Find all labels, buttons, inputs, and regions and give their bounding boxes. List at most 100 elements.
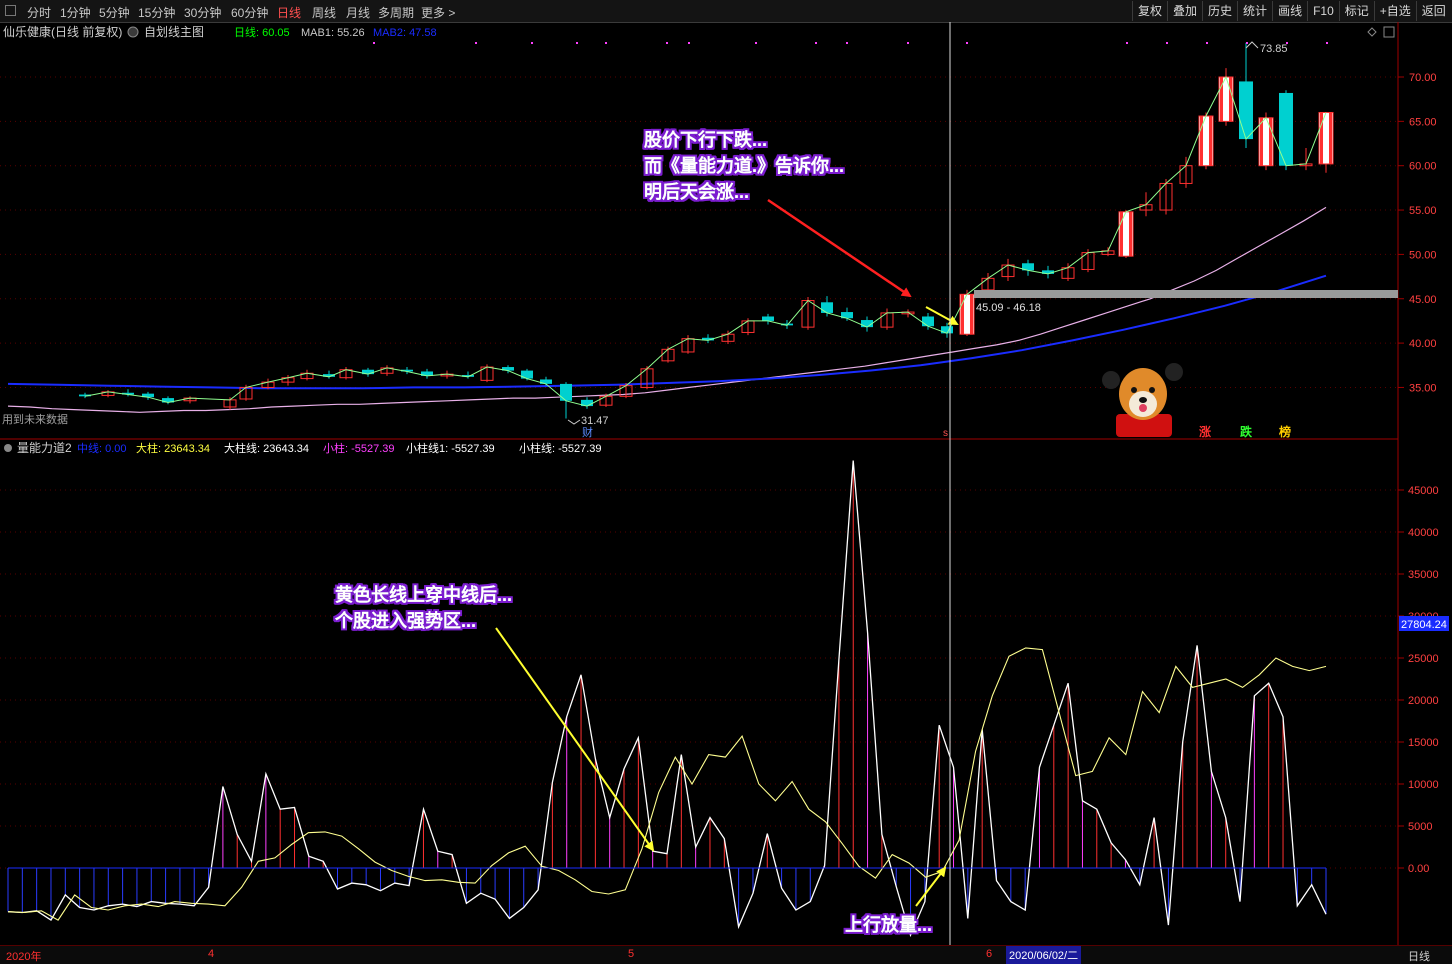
callout-strong-zone: 黄色长线上穿中线后... 个股进入强势区... — [334, 584, 512, 631]
tag-up: 涨 — [1199, 424, 1211, 439]
tag-down: 跌 — [1240, 424, 1253, 439]
future-data-note: 用到未来数据 — [2, 412, 68, 426]
red-arrow — [767, 198, 912, 298]
ind-tick-label: 10000 — [1408, 779, 1439, 791]
ind-big: 大柱: 23643.34 — [136, 441, 210, 455]
ind-small-line1: 小柱线1: -5527.39 — [406, 441, 495, 455]
candles — [79, 42, 1334, 419]
template-name: 自划线主图 — [144, 25, 204, 39]
svg-text:股价下行下跌...: 股价下行下跌... — [643, 129, 767, 150]
yellow-arrow-indicator — [495, 627, 655, 852]
stock-title: 仙乐健康(日线 前复权) — [3, 24, 122, 39]
signal-dot — [1166, 42, 1168, 44]
callout-price-drop: 股价下行下跌... 而《量能力道.》告诉你... 明后天会涨... — [643, 129, 844, 202]
ind-tick-label: 45000 — [1408, 485, 1439, 497]
ma-short-line — [84, 75, 1327, 407]
price-tick-label: 50.00 — [1409, 249, 1437, 261]
candle-body-down — [521, 370, 533, 379]
price-tick-label: 65.00 — [1409, 116, 1437, 128]
signal-dot — [688, 42, 690, 44]
price-axis: 70.00 65.00 60.00 55.00 50.00 45.00 40.00 35.00 — [1398, 72, 1437, 394]
ind-tick-label: 0.00 — [1408, 863, 1429, 875]
cursor-value: 27804.24 — [1401, 619, 1447, 631]
ind-tick-label: 15000 — [1408, 737, 1439, 749]
ind-tick-label: 35000 — [1408, 569, 1439, 581]
dog-mascot-image — [1102, 363, 1183, 437]
svg-text:而《量能力道.》告诉你...: 而《量能力道.》告诉你... — [644, 155, 844, 176]
candle-stripe — [1129, 211, 1132, 257]
candle-stripe — [1209, 116, 1212, 166]
signal-dot — [846, 42, 848, 44]
signal-dot — [373, 42, 375, 44]
candle-body-down — [821, 302, 833, 313]
price-tick-label: 40.00 — [1409, 338, 1437, 350]
range-label: 45.09 - 46.18 — [976, 302, 1041, 314]
legend-ma-day: 日线: 60.05 — [234, 25, 290, 39]
month-6-label: 6 — [986, 948, 993, 960]
price-tick-label: 60.00 — [1409, 161, 1437, 173]
tag-rank: 榜 — [1279, 424, 1291, 439]
indicator-title: 量能力道2 — [17, 441, 72, 455]
high-label: 73.85 — [1260, 43, 1288, 55]
low-marker — [567, 419, 581, 425]
main-header: 仙乐健康(日线 前复权) 自划线主图 日线: 60.05 MAB1: 55.26… — [3, 24, 1395, 39]
ind-tick-label: 5000 — [1408, 821, 1432, 833]
signal-dot — [815, 42, 817, 44]
ind-big-line: 大柱线: 23643.34 — [224, 441, 309, 455]
ind-mid: 中线: 0.00 — [77, 441, 127, 455]
indicator-header: 量能力道2 中线: 0.00 大柱: 23643.34 大柱线: 23643.3… — [4, 441, 602, 455]
cursor-date: 2020/06/02/二 — [1006, 946, 1082, 964]
ind-small: 小柱: -5527.39 — [323, 441, 395, 455]
year-label: 2020年 — [6, 951, 42, 963]
chart-canvas[interactable]: 仙乐健康(日线 前复权) 自划线主图 日线: 60.05 MAB1: 55.26… — [0, 0, 1452, 963]
candle-stripe — [1329, 112, 1332, 164]
price-tick-label: 55.00 — [1409, 205, 1437, 217]
svg-text:上行放量...: 上行放量... — [845, 914, 932, 935]
svg-text:个股进入强势区...: 个股进入强势区... — [334, 610, 476, 631]
date-axis-bar: 2020年 4 5 6 2020/06/02/二 日线 — [0, 945, 1452, 964]
chevron-down-icon — [127, 26, 139, 38]
signal-dot — [966, 42, 968, 44]
low-label: 31.47 — [581, 415, 609, 427]
price-tick-label: 70.00 — [1409, 72, 1437, 84]
signal-dot — [605, 42, 607, 44]
signal-dot — [576, 42, 578, 44]
ind-tick-label: 25000 — [1408, 653, 1439, 665]
signal-dot — [755, 42, 757, 44]
candle-body-down — [560, 383, 572, 401]
signal-dot — [531, 42, 533, 44]
yellow-arrow-volume — [915, 866, 947, 907]
legend-mab2: MAB2: 47.58 — [373, 27, 437, 39]
signal-dot — [666, 42, 668, 44]
signal-dot — [907, 42, 909, 44]
support-band — [974, 290, 1398, 298]
period-label: 日线 — [1408, 951, 1430, 963]
ma-short-polyline — [84, 75, 1327, 407]
price-tick-label: 35.00 — [1409, 382, 1437, 394]
candle-body-down — [1239, 81, 1253, 140]
signal-dots — [373, 42, 1328, 44]
callout-volume-up: 上行放量... — [845, 914, 932, 935]
candle-stripe — [1260, 117, 1263, 166]
left-marker: s — [943, 428, 948, 439]
signal-dot — [1246, 42, 1248, 44]
indicator-grid — [0, 489, 1398, 869]
svg-text:明后天会涨...: 明后天会涨... — [644, 181, 749, 202]
signal-dot — [1206, 42, 1208, 44]
legend-mab1: MAB1: 55.26 — [301, 27, 365, 39]
cai-marker: 财 — [582, 425, 593, 439]
candle-body-down — [762, 316, 774, 321]
indicator-axis: 4500040000350003000025000200001500010000… — [1398, 485, 1439, 875]
signal-dot — [1326, 42, 1328, 44]
ind-tick-label: 40000 — [1408, 527, 1439, 539]
signal-dot — [1126, 42, 1128, 44]
ind-tick-label: 20000 — [1408, 695, 1439, 707]
window-icon — [1383, 26, 1395, 38]
ind-small-line: 小柱线: -5527.39 — [519, 441, 602, 455]
diamond-icon — [1367, 27, 1377, 37]
candle-stripe — [1229, 77, 1232, 122]
price-tick-label: 45.00 — [1409, 294, 1437, 306]
svg-text:黄色长线上穿中线后...: 黄色长线上穿中线后... — [335, 584, 512, 605]
month-4-label: 4 — [208, 948, 215, 960]
signal-dot — [475, 42, 477, 44]
